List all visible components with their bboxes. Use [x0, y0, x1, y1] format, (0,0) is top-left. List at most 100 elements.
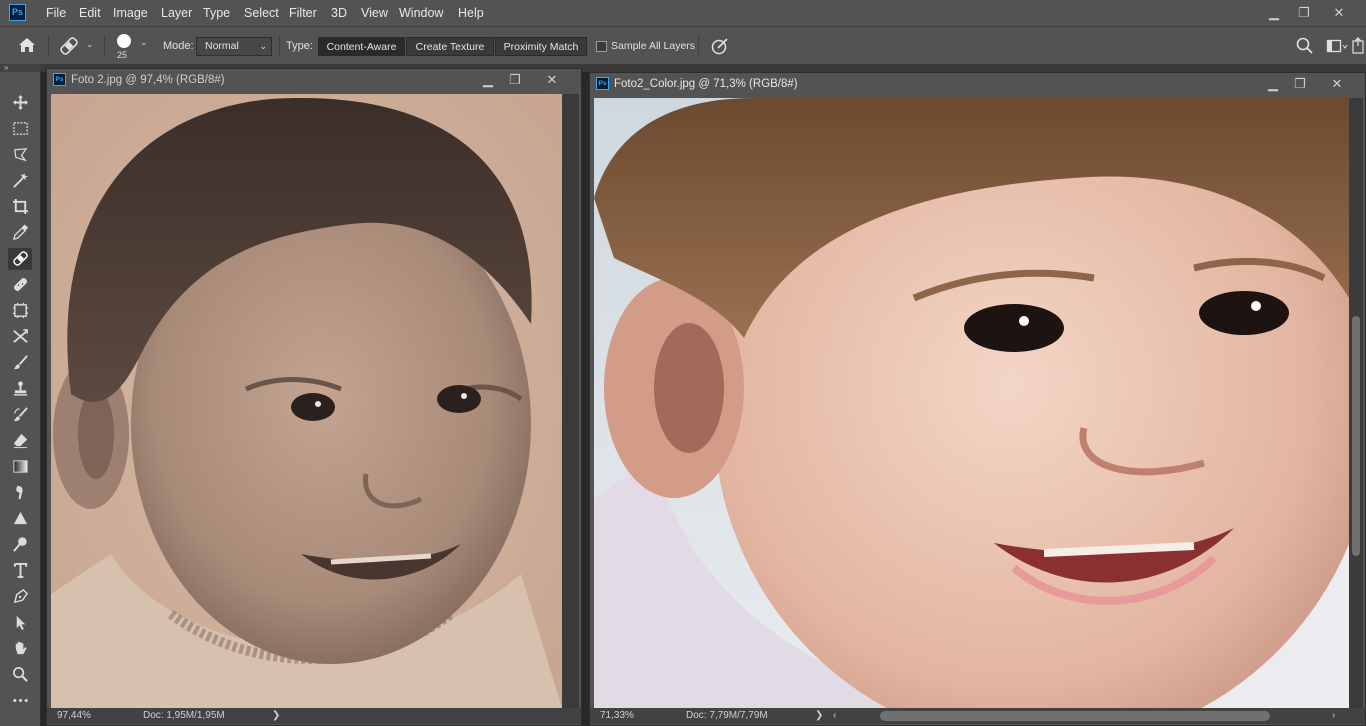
mode-select[interactable]: Normal ⌄	[196, 37, 272, 56]
home-button[interactable]	[18, 37, 38, 55]
marquee-tool[interactable]	[8, 118, 32, 140]
document-title-bar-2[interactable]: Ps Foto2_Color.jpg @ 71,3% (RGB/8#) ▁ ❐ …	[590, 73, 1365, 95]
more-tools[interactable]	[8, 690, 32, 712]
type-create-texture-button[interactable]: Create Texture	[406, 37, 494, 56]
move-icon	[12, 94, 28, 111]
stamp-icon	[13, 381, 27, 396]
document-window-2[interactable]: Ps Foto2_Color.jpg @ 71,3% (RGB/8#) ▁ ❐ …	[589, 72, 1366, 726]
tools-panel	[0, 72, 41, 726]
close-button[interactable]: ✕	[1322, 0, 1356, 26]
minimize-button[interactable]: ▁	[1257, 0, 1291, 26]
triangle-icon	[13, 511, 27, 525]
document-status-bar-2: 71,33% Doc: 7,79M/7,79M ❯ ‹ ›	[590, 708, 1365, 724]
pen-icon	[13, 588, 28, 604]
healing-brush-tool[interactable]	[8, 274, 32, 296]
doc2-minimize-button[interactable]: ▁	[1260, 73, 1286, 95]
workspace-icon	[1326, 39, 1348, 53]
cross-arrows-icon	[12, 329, 28, 343]
pen-tool[interactable]	[8, 586, 32, 608]
sharpen-tool[interactable]	[8, 508, 32, 530]
menu-bar: Ps File Edit Image Layer Type Select Fil…	[0, 0, 1366, 26]
menu-type[interactable]: Type	[203, 0, 230, 26]
zoom-tool[interactable]	[8, 664, 32, 686]
lasso-tool[interactable]	[8, 144, 32, 166]
gradient-tool[interactable]	[8, 456, 32, 478]
document-canvas-1[interactable]	[51, 94, 562, 708]
status-expand-button-2[interactable]: ❯	[815, 708, 823, 724]
eyedropper-icon	[12, 224, 28, 241]
clone-stamp-tool[interactable]	[8, 378, 32, 400]
menu-image[interactable]: Image	[113, 0, 148, 26]
path-selection-tool[interactable]	[8, 612, 32, 634]
brush-tool[interactable]	[8, 352, 32, 374]
move-tool[interactable]	[8, 92, 32, 114]
hand-tool[interactable]	[8, 638, 32, 660]
patch-tool[interactable]	[8, 300, 32, 322]
doc2-vertical-scroll-thumb[interactable]	[1352, 316, 1360, 556]
restore-button[interactable]: ❐	[1287, 0, 1321, 26]
brush-tip-icon	[117, 34, 131, 48]
eyedropper-tool[interactable]	[8, 222, 32, 244]
magic-wand-tool[interactable]	[8, 170, 32, 192]
eraser-tool[interactable]	[8, 430, 32, 452]
menu-select[interactable]: Select	[244, 0, 279, 26]
scroll-right-button[interactable]: ›	[1332, 708, 1335, 724]
workspace-switcher[interactable]	[1326, 37, 1348, 55]
doc2-horizontal-scroll-thumb[interactable]	[880, 711, 1270, 721]
menu-edit[interactable]: Edit	[79, 0, 101, 26]
share-icon	[1352, 37, 1364, 54]
bandage-icon	[12, 251, 28, 266]
menu-layer[interactable]: Layer	[161, 0, 192, 26]
zoom-level-1[interactable]: 97,44%	[57, 708, 91, 724]
pressure-size-button[interactable]	[710, 36, 730, 56]
brush-picker[interactable]: 25 ⌄	[112, 31, 152, 63]
doc2-maximize-button[interactable]: ❐	[1287, 73, 1313, 95]
search-button[interactable]	[1296, 37, 1314, 55]
content-aware-move-tool[interactable]	[8, 326, 32, 348]
doc1-minimize-button[interactable]: ▁	[475, 69, 501, 91]
tools-collapse-handle[interactable]: »	[0, 64, 40, 72]
doc2-vertical-scrollbar[interactable]	[1349, 98, 1363, 708]
document-title-2: Foto2_Color.jpg @ 71,3% (RGB/8#)	[614, 78, 798, 90]
scroll-left-button[interactable]: ‹	[833, 708, 836, 724]
dodge-tool[interactable]	[8, 534, 32, 556]
doc1-vertical-scrollbar[interactable]	[562, 94, 579, 708]
menu-window[interactable]: Window	[399, 0, 443, 26]
doc1-close-button[interactable]: ✕	[539, 69, 565, 91]
type-icon	[13, 562, 27, 579]
blur-tool[interactable]	[8, 482, 32, 504]
options-bar: ⌄ 25 ⌄ Mode: Normal ⌄ Type: Content-Awar…	[0, 26, 1366, 65]
app-logo[interactable]: Ps	[9, 4, 26, 21]
crop-tool[interactable]	[8, 196, 32, 218]
spot-healing-tool[interactable]	[8, 248, 32, 270]
history-brush-icon	[13, 407, 28, 422]
menu-filter[interactable]: Filter	[289, 0, 317, 26]
patch-icon	[12, 302, 28, 319]
doc2-close-button[interactable]: ✕	[1324, 73, 1350, 95]
document-canvas-2[interactable]	[594, 98, 1349, 708]
zoom-level-2[interactable]: 71,33%	[600, 708, 634, 724]
menu-file[interactable]: File	[46, 0, 66, 26]
type-proximity-match-button[interactable]: Proximity Match	[495, 37, 587, 56]
menu-view[interactable]: View	[361, 0, 388, 26]
sample-all-layers-checkbox[interactable]	[596, 41, 607, 52]
doc1-maximize-button[interactable]: ❐	[502, 69, 528, 91]
mode-label: Mode:	[163, 40, 194, 52]
tool-preset-picker[interactable]: ⌄	[58, 35, 98, 57]
arrow-icon	[16, 615, 25, 631]
gradient-icon	[12, 460, 28, 473]
document-title-bar-1[interactable]: Ps Foto 2.jpg @ 97,4% (RGB/8#) ▁ ❐ ✕	[47, 69, 581, 91]
home-icon	[19, 38, 35, 52]
doc-size-info-2: Doc: 7,79M/7,79M	[686, 710, 768, 721]
document-title-1: Foto 2.jpg @ 97,4% (RGB/8#)	[71, 74, 225, 86]
type-tool[interactable]	[8, 560, 32, 582]
mode-value: Normal	[205, 40, 239, 52]
chevron-down-icon: ⌄	[259, 41, 267, 51]
document-window-1[interactable]: Ps Foto 2.jpg @ 97,4% (RGB/8#) ▁ ❐ ✕ 97,…	[46, 68, 582, 726]
menu-3d[interactable]: 3D	[331, 0, 347, 26]
type-content-aware-button[interactable]: Content-Aware	[318, 37, 405, 56]
menu-help[interactable]: Help	[458, 0, 484, 26]
share-button[interactable]	[1352, 37, 1364, 55]
history-brush-tool[interactable]	[8, 404, 32, 426]
status-expand-button-1[interactable]: ❯	[272, 708, 280, 724]
